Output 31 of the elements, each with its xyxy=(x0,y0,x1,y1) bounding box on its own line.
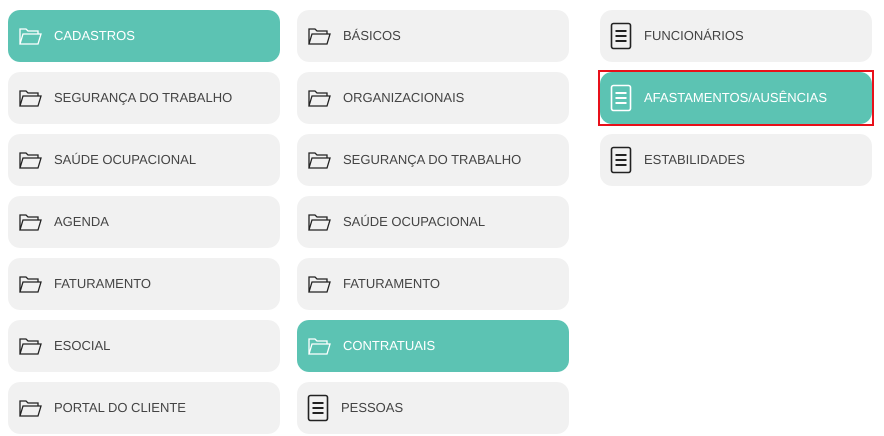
folder-icon xyxy=(18,336,42,356)
menu-item[interactable]: ORGANIZACIONAIS xyxy=(297,72,569,124)
folder-icon xyxy=(307,150,331,170)
folder-icon xyxy=(18,274,42,294)
folder-icon xyxy=(307,212,331,232)
folder-icon xyxy=(18,398,42,418)
menu-item[interactable]: ESTABILIDADES xyxy=(600,134,872,186)
menu-item[interactable]: PESSOAS xyxy=(297,382,569,434)
folder-icon xyxy=(307,26,331,46)
menu-item[interactable]: SEGURANÇA DO TRABALHO xyxy=(297,134,569,186)
menu-item[interactable]: FATURAMENTO xyxy=(8,258,280,310)
folder-icon xyxy=(18,88,42,108)
folder-icon xyxy=(307,274,331,294)
folder-icon xyxy=(18,26,42,46)
folder-icon xyxy=(307,88,331,108)
menu-item[interactable]: BÁSICOS xyxy=(297,10,569,62)
folder-icon xyxy=(307,336,331,356)
menu-item[interactable]: SAÚDE OCUPACIONAL xyxy=(8,134,280,186)
document-icon xyxy=(307,394,329,422)
menu-item[interactable]: ESOCIAL xyxy=(8,320,280,372)
document-icon xyxy=(610,146,632,174)
menu-item[interactable]: SAÚDE OCUPACIONAL xyxy=(297,196,569,248)
menu-item[interactable]: FUNCIONÁRIOS xyxy=(600,10,872,62)
menu-item[interactable]: AGENDA xyxy=(8,196,280,248)
menu-item[interactable]: FATURAMENTO xyxy=(297,258,569,310)
folder-icon xyxy=(18,212,42,232)
menu-item[interactable]: PORTAL DO CLIENTE xyxy=(8,382,280,434)
document-icon xyxy=(610,84,632,112)
folder-icon xyxy=(18,150,42,170)
document-icon xyxy=(610,22,632,50)
menu-item[interactable]: SEGURANÇA DO TRABALHO xyxy=(8,72,280,124)
